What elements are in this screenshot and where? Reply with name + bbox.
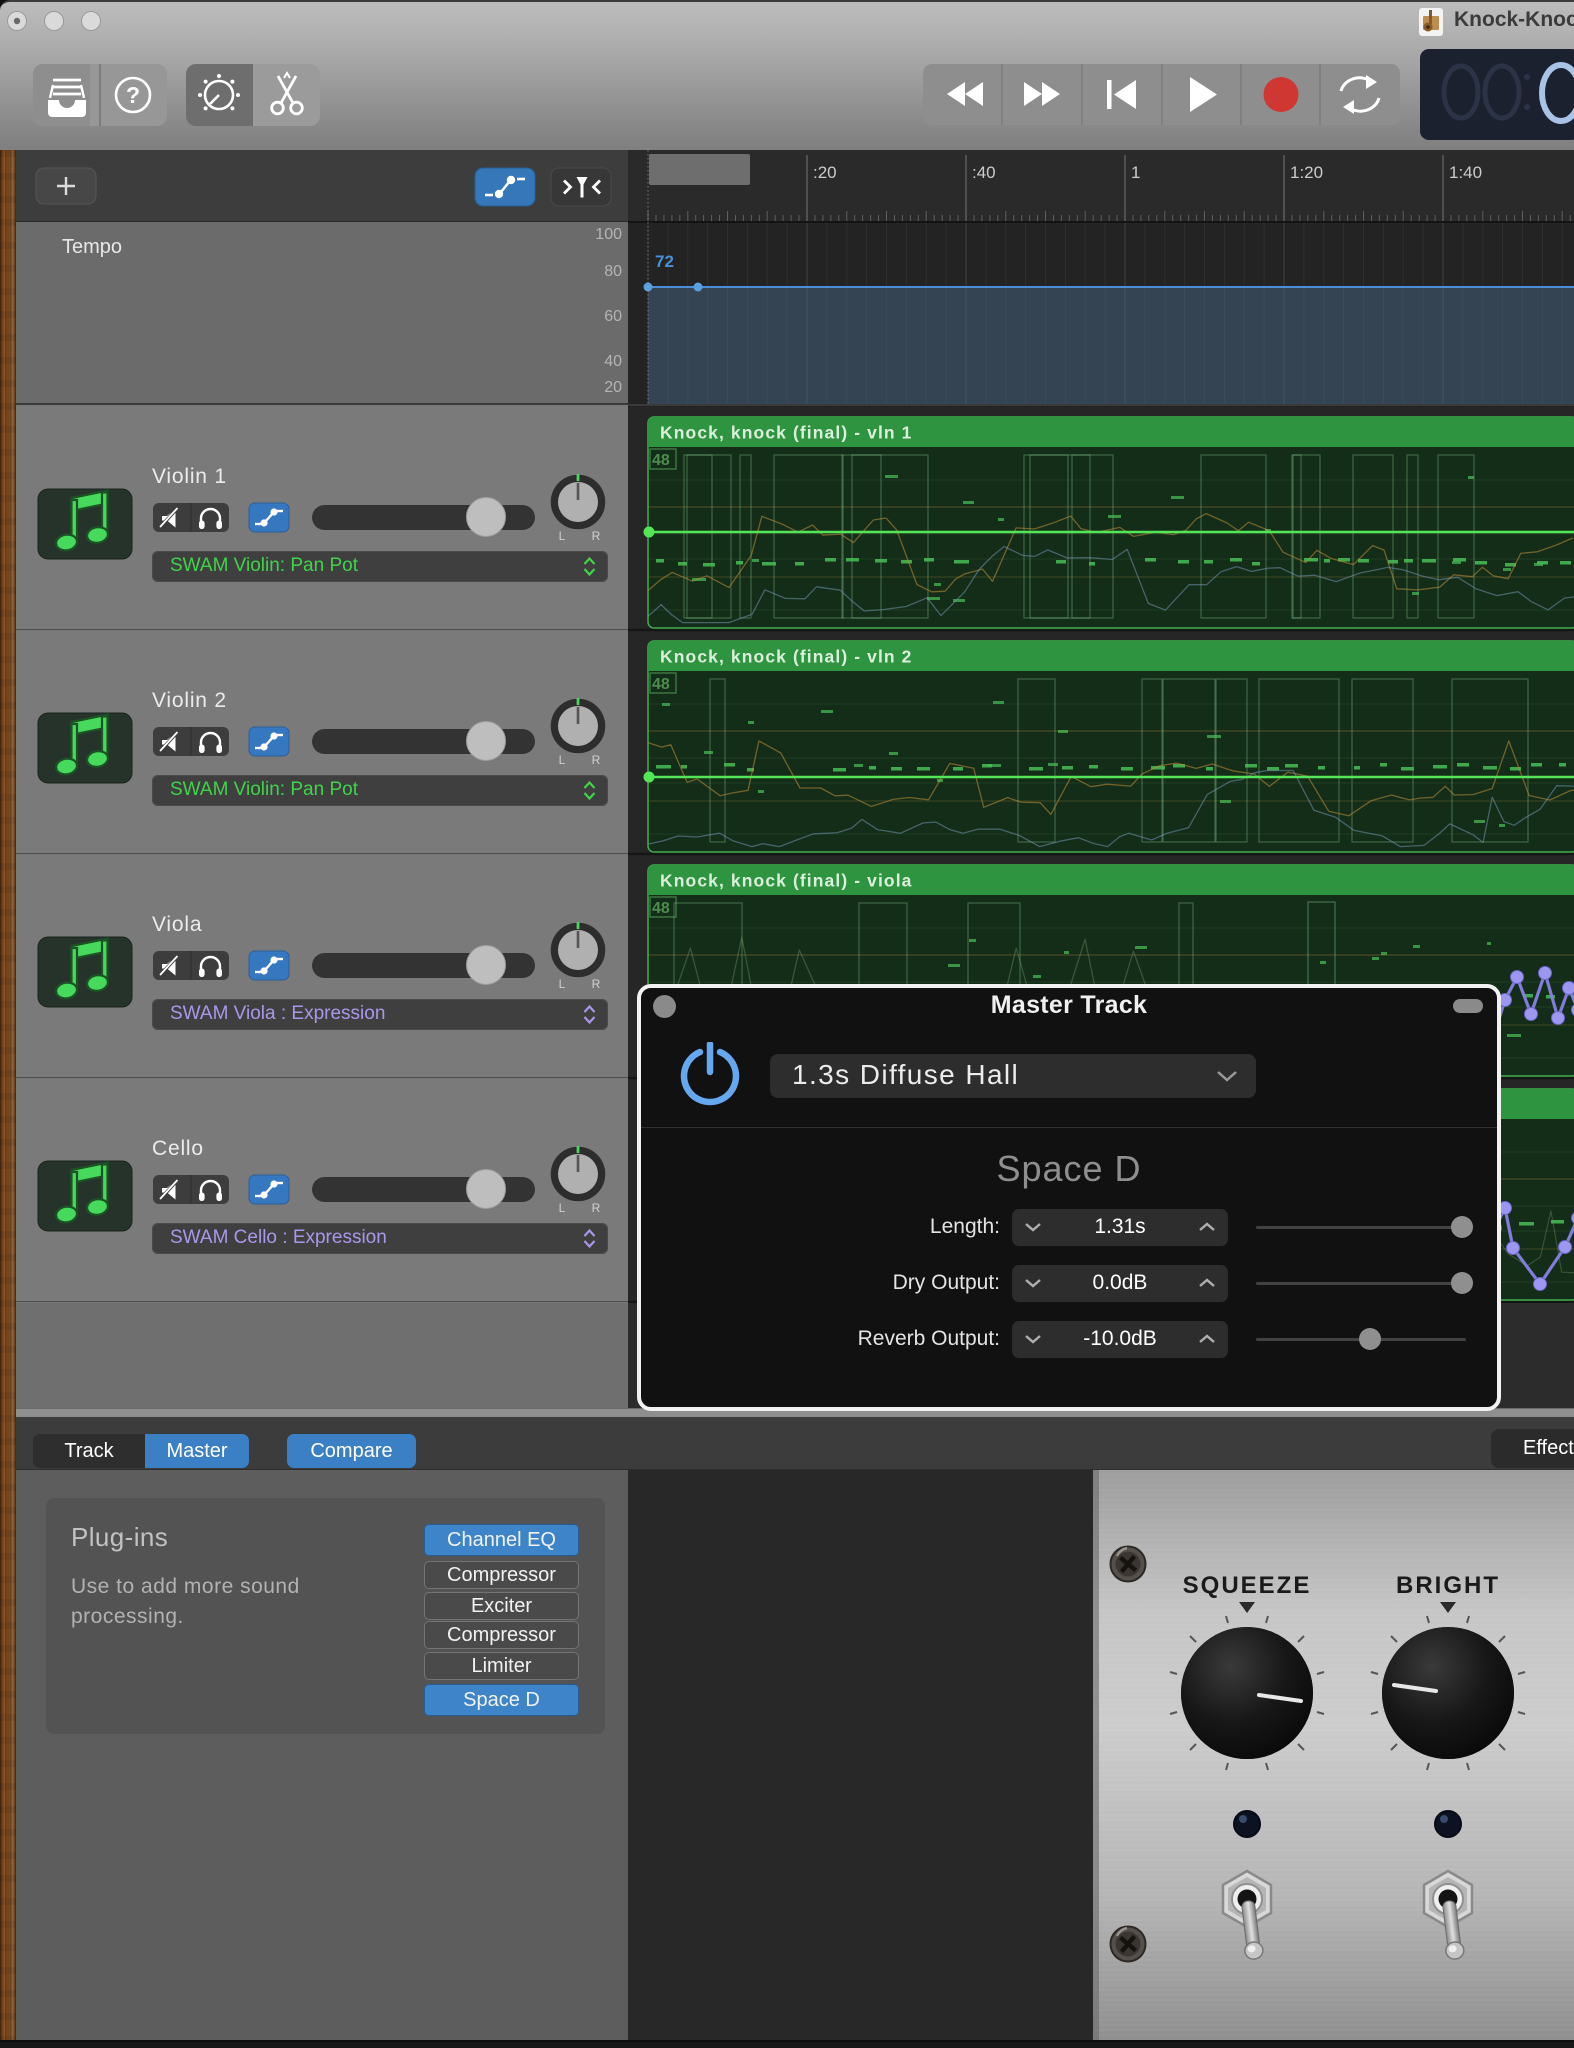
svg-text:BRIGHT: BRIGHT — [1396, 1572, 1500, 1599]
svg-text:R: R — [592, 753, 601, 767]
svg-text:R: R — [592, 977, 601, 991]
svg-text:L: L — [559, 977, 566, 991]
svg-text:L: L — [559, 753, 566, 767]
svg-text:L: L — [559, 1201, 566, 1215]
svg-text:R: R — [592, 529, 601, 543]
svg-text:SQUEEZE: SQUEEZE — [1183, 1572, 1312, 1599]
svg-text:R: R — [592, 1201, 601, 1215]
svg-text:L: L — [559, 529, 566, 543]
